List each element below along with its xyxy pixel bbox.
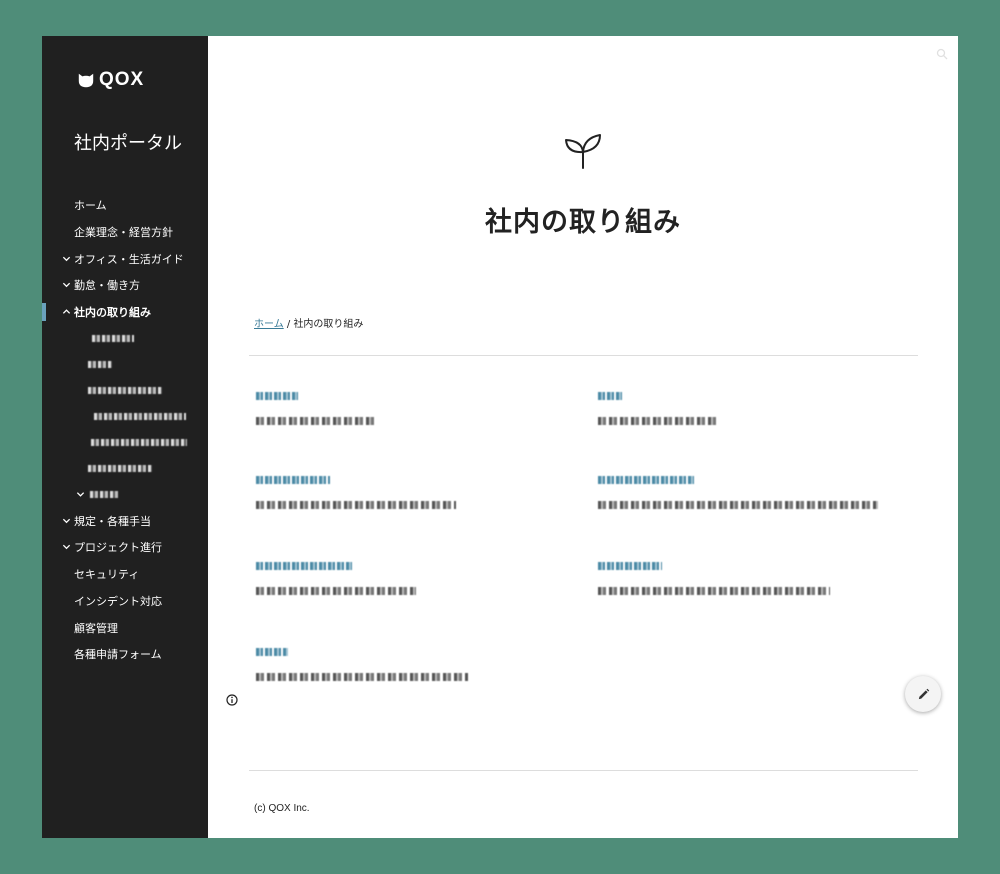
- card-description: [256, 673, 468, 681]
- breadcrumb-current: 社内の取り組み: [293, 319, 364, 330]
- divider: [249, 355, 918, 356]
- sidebar-item-label: 勤怠・働き方: [74, 279, 140, 293]
- sidebar-nav: ホーム 企業理念・経営方針 オフィス・生活ガイド 勤怠・働き方 社内の取り組み: [42, 192, 208, 668]
- sidebar-item-label: プロジェクト進行: [74, 541, 162, 555]
- search-icon[interactable]: [936, 48, 948, 60]
- initiative-card[interactable]: [598, 392, 718, 425]
- breadcrumb-separator: /: [283, 319, 294, 330]
- edit-button[interactable]: [905, 676, 941, 712]
- card-title-link[interactable]: [256, 392, 298, 400]
- sidebar-item-security[interactable]: セキュリティ: [42, 561, 208, 588]
- sidebar-item-incident[interactable]: インシデント対応: [42, 588, 208, 615]
- card-title-link[interactable]: [256, 476, 330, 484]
- sidebar-item-projects[interactable]: プロジェクト進行: [42, 534, 208, 561]
- initiative-card[interactable]: [598, 476, 878, 509]
- breadcrumb-home-link[interactable]: ホーム: [254, 319, 284, 330]
- sidebar-item-label: インシデント対応: [74, 594, 162, 608]
- breadcrumb: ホーム / 社内の取り組み: [254, 315, 363, 330]
- sidebar-item-label: 企業理念・経営方針: [74, 226, 173, 240]
- chevron-down-icon: [62, 256, 71, 261]
- app-window: QOX 社内ポータル ホーム 企業理念・経営方針 オフィス・生活ガイド 勤怠・働…: [42, 36, 958, 838]
- card-title-link[interactable]: [598, 562, 662, 570]
- initiative-card[interactable]: [256, 648, 468, 681]
- main-content: 社内の取り組み ホーム / 社内の取り組み (c) QOX Inc.: [208, 36, 958, 838]
- initiative-card[interactable]: [256, 476, 456, 509]
- sidebar-subitem[interactable]: [42, 403, 208, 429]
- initiative-card[interactable]: [256, 562, 416, 595]
- chevron-up-icon: [62, 309, 71, 314]
- sidebar-item-label: ホーム: [74, 199, 107, 213]
- card-description: [598, 501, 878, 509]
- sidebar-item-philosophy[interactable]: 企業理念・経営方針: [42, 219, 208, 246]
- initiative-card[interactable]: [598, 562, 830, 595]
- sidebar-subitem[interactable]: [42, 481, 208, 507]
- card-description: [256, 417, 374, 425]
- sidebar-item-work-style[interactable]: 勤怠・働き方: [42, 272, 208, 299]
- sidebar-item-home[interactable]: ホーム: [42, 192, 208, 219]
- initiative-card[interactable]: [256, 392, 374, 425]
- sidebar-subitem[interactable]: [42, 429, 208, 455]
- sprout-icon: [565, 134, 601, 169]
- sidebar-item-office-guide[interactable]: オフィス・生活ガイド: [42, 245, 208, 272]
- info-icon[interactable]: [226, 694, 238, 706]
- brand-logo[interactable]: QOX: [77, 69, 144, 91]
- sidebar-item-initiatives[interactable]: 社内の取り組み: [42, 299, 208, 326]
- sidebar-item-label: 各種申請フォーム: [74, 648, 162, 662]
- sidebar-subitem[interactable]: [42, 351, 208, 377]
- sidebar-subitem[interactable]: [42, 325, 208, 351]
- chevron-down-icon: [62, 518, 71, 524]
- chevron-down-icon: [62, 283, 71, 288]
- card-title-link[interactable]: [256, 648, 288, 656]
- sidebar-item-customers[interactable]: 顧客管理: [42, 614, 208, 641]
- sidebar-item-label: セキュリティ: [74, 568, 140, 582]
- sidebar-item-regulations[interactable]: 規定・各種手当: [42, 507, 208, 534]
- sidebar-item-label: 社内の取り組み: [74, 306, 151, 320]
- divider: [249, 770, 918, 771]
- cat-icon: [78, 73, 94, 88]
- card-description: [598, 587, 830, 595]
- sidebar-subitem[interactable]: [42, 377, 208, 403]
- sidebar-item-label: 顧客管理: [74, 621, 118, 635]
- brand-name: QOX: [99, 69, 145, 90]
- sidebar-item-label: オフィス・生活ガイド: [74, 252, 184, 266]
- page-title: 社内の取り組み: [485, 207, 681, 238]
- card-description: [256, 587, 416, 595]
- pencil-icon: [918, 688, 929, 699]
- portal-title[interactable]: 社内ポータル: [74, 129, 182, 155]
- sidebar-subitem[interactable]: [42, 455, 208, 481]
- sidebar-item-label: 規定・各種手当: [74, 514, 151, 528]
- chevron-down-icon: [62, 545, 71, 550]
- sidebar-item-forms[interactable]: 各種申請フォーム: [42, 641, 208, 668]
- card-title-link[interactable]: [598, 476, 694, 484]
- sidebar: QOX 社内ポータル ホーム 企業理念・経営方針 オフィス・生活ガイド 勤怠・働…: [42, 36, 208, 838]
- card-title-link[interactable]: [598, 392, 622, 400]
- footer-copyright: (c) QOX Inc.: [254, 803, 310, 814]
- card-title-link[interactable]: [256, 562, 352, 570]
- card-description: [598, 417, 718, 425]
- card-description: [256, 501, 456, 509]
- chevron-down-icon: [76, 492, 85, 497]
